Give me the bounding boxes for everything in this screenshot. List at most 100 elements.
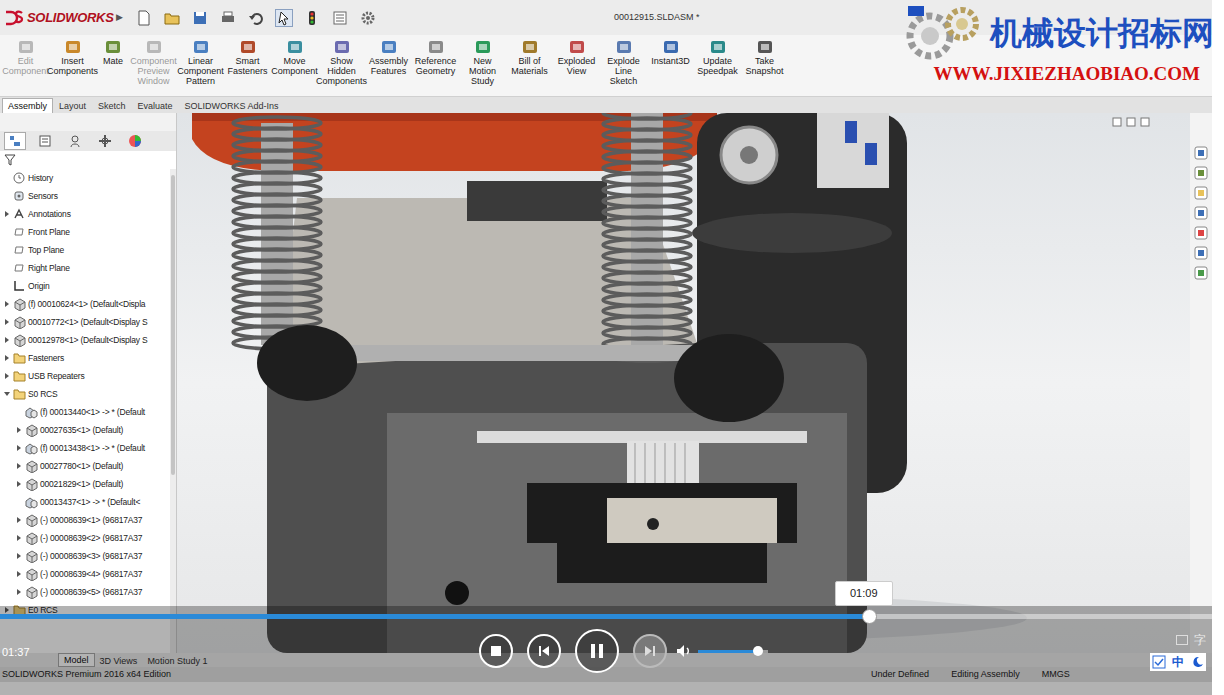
tree-item[interactable]: 00027780<1> (Default) (0, 457, 169, 475)
minimize-icon[interactable] (1112, 117, 1122, 127)
stop-button[interactable] (479, 634, 513, 668)
volume-icon[interactable] (676, 644, 692, 658)
tree-item[interactable]: Origin (0, 277, 169, 295)
ribbon-button[interactable]: Update Speedpak (694, 38, 741, 76)
properties-icon[interactable] (1193, 245, 1209, 261)
dimxpert-icon[interactable] (94, 132, 116, 150)
ribbon-button[interactable]: New Motion Study (459, 38, 506, 86)
subtitle-button[interactable]: 字 (1194, 631, 1206, 649)
save-icon[interactable] (190, 8, 210, 28)
tree-item[interactable]: Annotations (0, 205, 169, 223)
tree-item[interactable]: (-) 00008639<5> (96817A37 (0, 583, 169, 601)
undo-icon[interactable] (246, 8, 266, 28)
expand-arrow-icon[interactable] (14, 425, 24, 435)
tree-item[interactable]: Sensors (0, 187, 169, 205)
restore-icon[interactable] (1126, 117, 1136, 127)
tree-item[interactable]: Right Plane (0, 259, 169, 277)
expand-arrow-icon[interactable] (2, 299, 12, 309)
tree-item[interactable]: USB Repeaters (0, 367, 169, 385)
ribbon-button[interactable]: Mate (96, 38, 130, 66)
appearances-icon[interactable] (1193, 225, 1209, 241)
ribbon-button[interactable]: Take Snapshot (741, 38, 788, 76)
tree-item[interactable]: 00027635<1> (Default) (0, 421, 169, 439)
ribbon-button[interactable]: Exploded View (553, 38, 600, 76)
new-icon[interactable] (134, 8, 154, 28)
feature-manager-icon[interactable] (4, 132, 26, 150)
print-icon[interactable] (218, 8, 238, 28)
tree-item[interactable]: (f) 00010624<1> (Default<Displa (0, 295, 169, 313)
command-tab[interactable]: Layout (53, 98, 92, 113)
tree-item[interactable]: Top Plane (0, 241, 169, 259)
tree-item[interactable]: (f) 00013438<1> -> * (Default (0, 439, 169, 457)
ribbon-button[interactable]: Assembly Features (365, 38, 412, 76)
filter-icon[interactable] (4, 154, 16, 166)
graphics-area[interactable] (177, 113, 1190, 653)
volume-handle[interactable] (753, 646, 763, 656)
expand-arrow-icon[interactable] (14, 515, 24, 525)
ribbon-button[interactable]: Show Hidden Components (318, 38, 365, 86)
ribbon-button[interactable]: Move Component (271, 38, 318, 76)
ribbon-button[interactable]: Bill of Materials (506, 38, 553, 76)
pause-button[interactable] (575, 629, 619, 673)
home-icon[interactable] (1193, 145, 1209, 161)
tree-item[interactable]: (f) 00013440<1> -> * (Default (0, 403, 169, 421)
configuration-icon[interactable] (64, 132, 86, 150)
explorer-icon[interactable] (1193, 205, 1209, 221)
expand-arrow-icon[interactable] (14, 551, 24, 561)
tree-item[interactable]: (-) 00008639<1> (96817A37 (0, 511, 169, 529)
expand-arrow-icon[interactable] (2, 317, 12, 327)
forum-icon[interactable] (1193, 265, 1209, 281)
tree-item[interactable]: (-) 00008639<2> (96817A37 (0, 529, 169, 547)
tree-item[interactable]: History (0, 169, 169, 187)
assembly-model-icon[interactable] (177, 113, 1190, 653)
expand-arrow-icon[interactable] (2, 353, 12, 363)
expand-arrow-icon[interactable] (2, 389, 12, 399)
ribbon-button[interactable]: Linear Component Pattern (177, 38, 224, 86)
progress-handle[interactable] (862, 609, 877, 624)
ribbon-button[interactable]: Instant3D (647, 38, 694, 66)
library-icon[interactable] (1193, 185, 1209, 201)
ribbon-button[interactable]: Explode Line Sketch (600, 38, 647, 86)
display-manager-icon[interactable] (124, 132, 146, 150)
maximize-icon[interactable] (1140, 117, 1150, 127)
file-properties-icon[interactable] (330, 8, 350, 28)
tree-item[interactable]: Fasteners (0, 349, 169, 367)
tree-item[interactable]: 00021829<1> (Default) (0, 475, 169, 493)
select-icon[interactable] (274, 8, 294, 28)
open-icon[interactable] (162, 8, 182, 28)
expand-arrow-icon[interactable] (2, 209, 12, 219)
ribbon-button[interactable]: Reference Geometry (412, 38, 459, 76)
tree-item[interactable]: 00012978<1> (Default<Display S (0, 331, 169, 349)
input-mode-button[interactable]: 中 (1169, 653, 1187, 671)
expand-arrow-icon[interactable] (14, 479, 24, 489)
tree-item[interactable]: Front Plane (0, 223, 169, 241)
command-tab[interactable]: Sketch (92, 98, 132, 113)
volume-slider[interactable] (698, 650, 768, 653)
tree-item[interactable]: S0 RCS (0, 385, 169, 403)
expand-arrow-icon[interactable] (2, 335, 12, 345)
command-tab[interactable]: Assembly (2, 98, 53, 113)
scrollbar-thumb[interactable] (171, 175, 175, 475)
property-manager-icon[interactable] (34, 132, 56, 150)
checkbox-icon[interactable] (1152, 655, 1166, 669)
tree-item[interactable]: (-) 00008639<4> (96817A37 (0, 565, 169, 583)
command-tab[interactable]: SOLIDWORKS Add-Ins (179, 98, 285, 113)
tree-item[interactable]: 00010772<1> (Default<Display S (0, 313, 169, 331)
moon-icon[interactable] (1190, 655, 1204, 669)
progress-track[interactable] (0, 614, 1212, 619)
expand-arrow-icon[interactable] (14, 533, 24, 543)
expand-menu-button[interactable]: ▶ (116, 11, 130, 25)
command-tab[interactable]: Evaluate (132, 98, 179, 113)
tree-item[interactable]: 00013437<1> -> * (Default< (0, 493, 169, 511)
expand-arrow-icon[interactable] (14, 443, 24, 453)
options-icon[interactable] (358, 8, 378, 28)
expand-arrow-icon[interactable] (14, 587, 24, 597)
expand-arrow-icon[interactable] (14, 569, 24, 579)
expand-arrow-icon[interactable] (14, 461, 24, 471)
ribbon-button[interactable]: Smart Fasteners (224, 38, 271, 76)
tree-scrollbar[interactable] (170, 169, 176, 653)
previous-button[interactable] (527, 634, 561, 668)
expand-arrow-icon[interactable] (2, 371, 12, 381)
rebuild-icon[interactable] (302, 8, 322, 28)
tree-item[interactable]: (-) 00008639<3> (96817A37 (0, 547, 169, 565)
